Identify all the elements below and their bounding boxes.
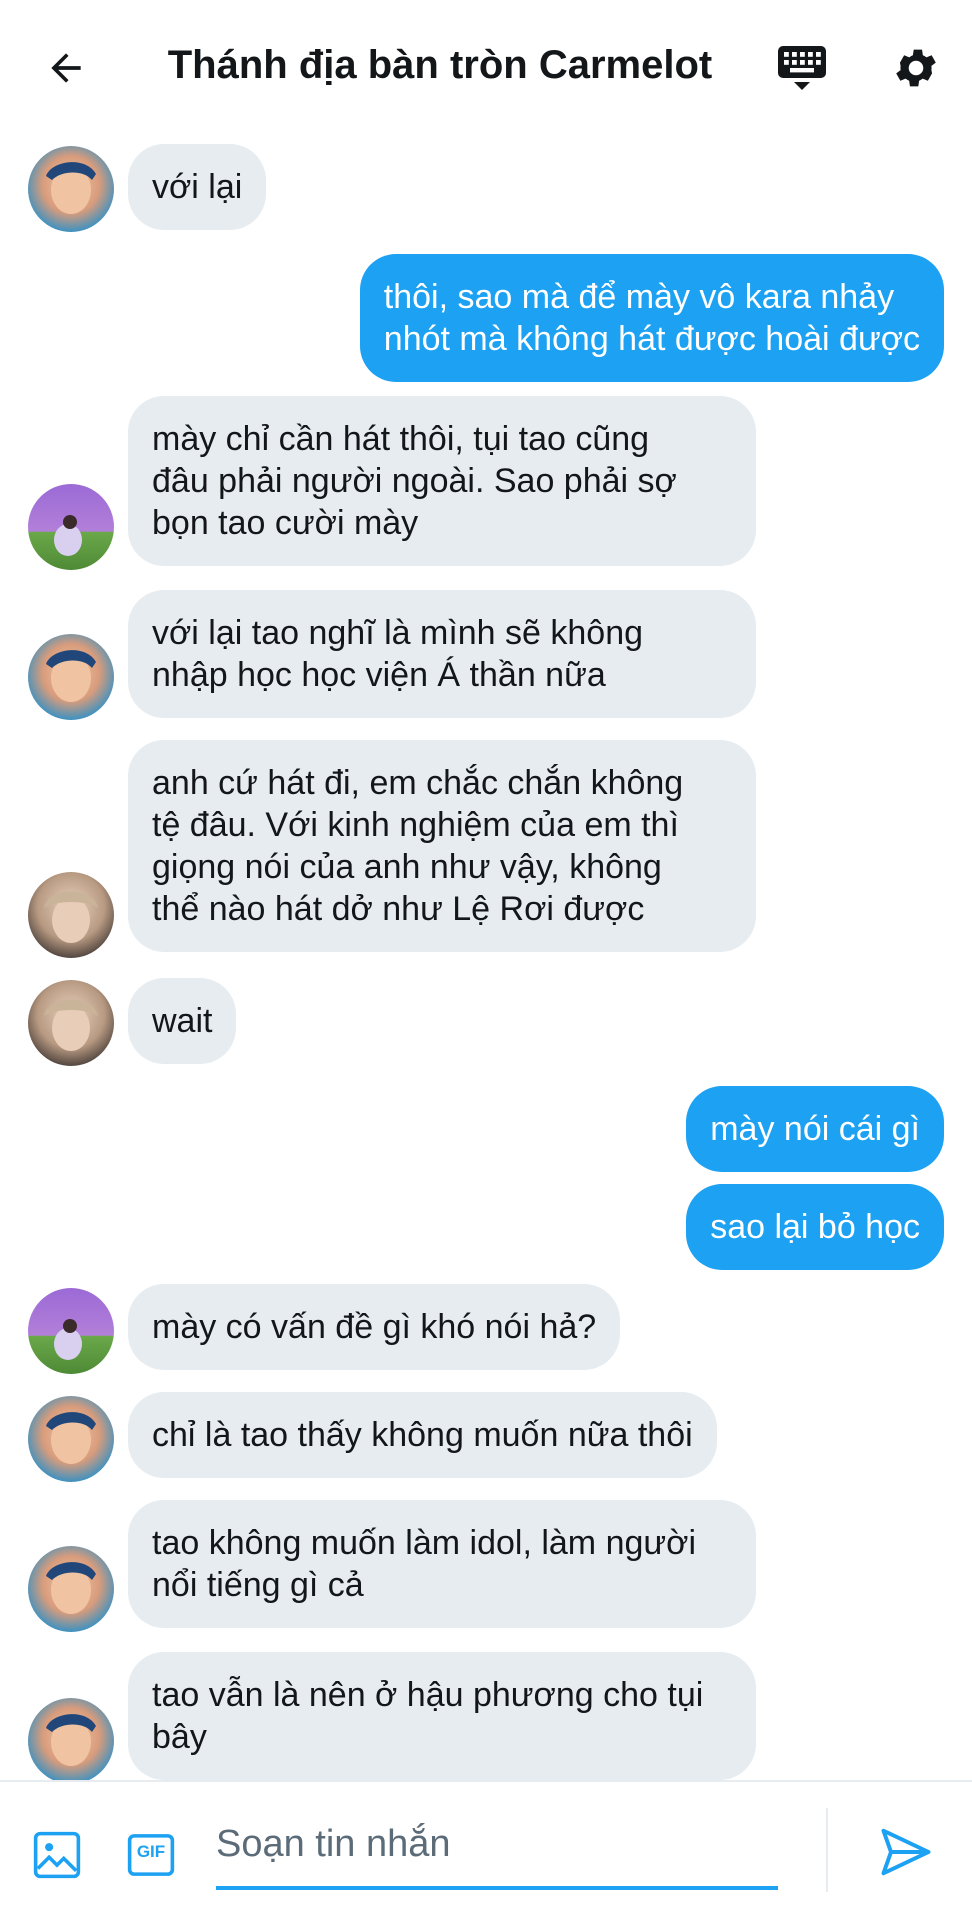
avatar[interactable] [28,484,114,570]
avatar[interactable] [28,1698,114,1784]
message-text: mày nói cái gì [710,1110,920,1148]
message-bubble-incoming[interactable]: tao không muốn làm idol, làm người nổi t… [128,1500,756,1628]
message-text: mày có vấn đề gì khó nói hả? [152,1308,597,1346]
message-text: sao lại bỏ học [710,1208,920,1246]
message-bubble-outgoing[interactable]: mày nói cái gì [686,1086,944,1172]
message-bubble-incoming[interactable]: tao vẫn là nên ở hậu phương cho tụi bây [128,1652,756,1780]
message-text: mày chỉ cần hát thôi, tụi tao cũng đâu p… [152,420,677,542]
message-text: thôi, sao mà để mày vô kara nhảy nhót mà… [383,278,920,358]
image-icon [33,1831,81,1879]
keyboard-button[interactable] [772,38,832,98]
message-text: wait [152,1002,213,1040]
message-text: với lại tao nghĩ là mình sẽ không nhập h… [152,614,644,694]
message-text: tao vẫn là nên ở hậu phương cho tụi bây [152,1676,704,1756]
message-bubble-outgoing[interactable]: sao lại bỏ học [686,1184,944,1270]
message-bubble-incoming[interactable]: với lại tao nghĩ là mình sẽ không nhập h… [128,590,756,718]
message-bubble-incoming[interactable]: wait [128,978,237,1064]
message-bubble-incoming[interactable]: mày có vấn đề gì khó nói hả? [128,1284,621,1370]
avatar[interactable] [28,872,114,958]
keyboard-icon [778,46,826,90]
avatar[interactable] [28,980,114,1066]
send-button[interactable] [876,1822,940,1886]
back-button[interactable] [38,40,94,96]
attach-gif-button[interactable]: GIF [124,1828,178,1882]
avatar[interactable] [28,634,114,720]
gif-label: GIF [136,1842,166,1861]
message-bubble-incoming[interactable]: với lại [128,144,267,230]
avatar[interactable] [28,1396,114,1482]
message-bubble-incoming[interactable]: mày chỉ cần hát thôi, tụi tao cũng đâu p… [128,396,756,566]
message-text: tao không muốn làm idol, làm người nổi t… [152,1524,696,1604]
message-bubble-outgoing[interactable]: thôi, sao mà để mày vô kara nhảy nhót mà… [359,254,944,382]
gear-icon [896,49,936,87]
message-composer: GIF [0,1780,972,1920]
message-text: anh cứ hát đi, em chắc chắn không tệ đâu… [152,764,684,928]
settings-button[interactable] [884,36,948,100]
message-text: với lại [152,168,243,206]
message-bubble-incoming[interactable]: chỉ là tao thấy không muốn nữa thôi [128,1392,717,1478]
message-bubble-incoming[interactable]: anh cứ hát đi, em chắc chắn không tệ đâu… [128,740,756,952]
attach-image-button[interactable] [30,1828,84,1882]
conversation-title: Thánh địa bàn tròn Carmelot [167,43,713,87]
avatar[interactable] [28,146,114,232]
message-input[interactable] [216,1802,778,1890]
avatar[interactable] [28,1546,114,1632]
message-text: chỉ là tao thấy không muốn nữa thôi [152,1416,693,1454]
avatar[interactable] [28,1288,114,1374]
chat-header: Thánh địa bàn tròn Carmelot [0,0,972,130]
arrow-left-icon [51,53,81,83]
divider [826,1808,828,1892]
send-icon [881,1828,931,1876]
